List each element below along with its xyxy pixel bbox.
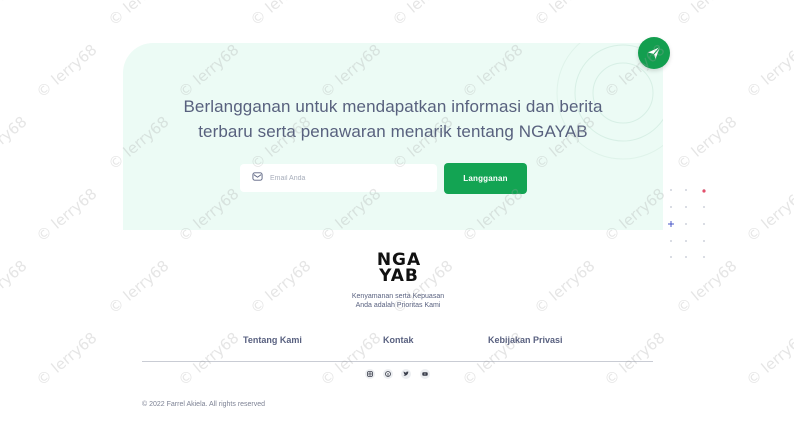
watermark-text: © lerry68 [742, 184, 794, 246]
pinterest-icon[interactable] [383, 369, 393, 379]
watermark-text: © lerry68 [389, 0, 457, 29]
decorative-dots [668, 189, 706, 258]
watermark-text: © lerry68 [32, 40, 101, 102]
footer-link-privacy[interactable]: Kebijakan Privasi [488, 335, 563, 345]
watermark-text: © lerry68 [672, 256, 741, 318]
tagline-line1: Kenyamanan serta Kepuasan [351, 293, 445, 300]
watermark-text: © lerry68 [247, 0, 315, 29]
watermark-text: © lerry68 [105, 0, 173, 29]
logo-line2: YAB [379, 266, 419, 286]
copyright-text: © 2022 Farrel Akiela. All rights reserve… [142, 401, 266, 408]
watermark-text: © lerry68 [104, 256, 173, 318]
watermark-text: © lerry68 [742, 40, 794, 102]
watermark-text: © lerry68 [600, 328, 669, 390]
subscribe-headline-line2: terbaru serta penawaran menarik tentang … [198, 122, 588, 141]
ngayab-logo[interactable]: NGA YAB [374, 252, 424, 286]
mail-icon [252, 169, 263, 187]
youtube-icon[interactable] [420, 369, 430, 379]
watermark-text: © lerry68 [0, 0, 30, 29]
watermark-text: © lerry68 [32, 184, 101, 246]
watermark-text: © lerry68 [32, 328, 101, 390]
watermark-text: © lerry68 [673, 0, 741, 29]
tagline-line2: Anda adalah Prioritas Kami [355, 302, 441, 309]
email-input[interactable] [270, 174, 420, 182]
watermark-text: © lerry68 [530, 256, 599, 318]
watermark-text: © lerry68 [0, 256, 31, 318]
watermark-text: © lerry68 [174, 328, 243, 390]
email-field-wrapper[interactable] [240, 164, 437, 192]
watermark-text: © lerry68 [316, 328, 385, 390]
watermark-text: © lerry68 [531, 0, 599, 29]
subscribe-button[interactable]: Langganan [444, 163, 527, 194]
subscribe-headline-line1: Berlangganan untuk mendapatkan informasi… [183, 97, 603, 116]
brand-tagline: Kenyamanan serta Kepuasan Anda adalah Pr… [320, 292, 476, 310]
footer-link-about[interactable]: Tentang Kami [243, 335, 302, 345]
footer-link-contact[interactable]: Kontak [383, 335, 414, 345]
footer-divider [142, 361, 653, 362]
watermark-text: © lerry68 [246, 256, 315, 318]
instagram-icon[interactable] [365, 369, 375, 379]
watermark-text: © lerry68 [742, 328, 794, 390]
twitter-icon[interactable] [401, 369, 411, 379]
paper-plane-icon[interactable] [638, 37, 670, 69]
